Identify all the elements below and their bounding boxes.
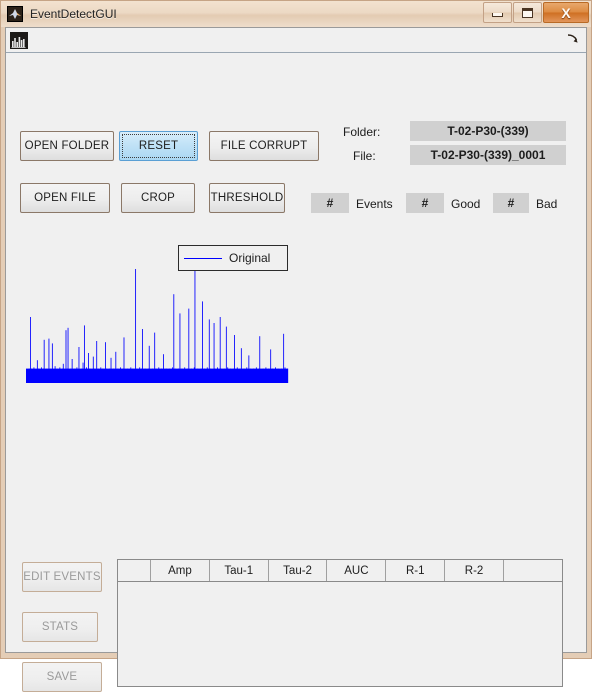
arrow-down-right-icon[interactable] [566, 32, 580, 46]
close-icon: X [561, 4, 571, 21]
file-label: File: [353, 149, 376, 163]
table-header-row: Amp Tau-1 Tau-2 AUC R-1 R-2 [118, 560, 562, 582]
maximize-icon [522, 7, 533, 18]
folder-value: T-02-P30-(339) [410, 121, 566, 141]
legend-line-original [184, 257, 222, 259]
good-count-label: Good [451, 197, 481, 211]
stats-button[interactable]: STATS [22, 612, 98, 642]
window-controls: X [482, 2, 589, 23]
table-header-r2: R-2 [444, 560, 504, 582]
table-header-auc: AUC [326, 560, 387, 582]
save-button[interactable]: SAVE [22, 662, 102, 692]
toolbar [6, 28, 586, 53]
open-folder-button[interactable]: OPEN FOLDER [20, 131, 114, 161]
file-corrupt-button[interactable]: FILE CORRUPT [209, 131, 319, 161]
minimize-button[interactable] [483, 2, 512, 23]
table-header-r1: R-1 [385, 560, 446, 582]
results-table[interactable]: Amp Tau-1 Tau-2 AUC R-1 R-2 [117, 559, 563, 687]
histogram-icon[interactable] [10, 31, 28, 49]
file-value: T-02-P30-(339)_0001 [410, 145, 566, 165]
client-area: OPEN FOLDER RESET FILE CORRUPT OPEN FILE… [5, 27, 587, 692]
plot-legend[interactable]: Original [178, 245, 288, 271]
events-count-label: Events [356, 197, 393, 211]
open-file-button[interactable]: OPEN FILE [20, 183, 110, 213]
reset-button[interactable]: RESET [119, 131, 198, 161]
gui-panel: OPEN FOLDER RESET FILE CORRUPT OPEN FILE… [6, 53, 586, 692]
close-button[interactable]: X [543, 2, 589, 23]
threshold-button[interactable]: THRESHOLD [209, 183, 285, 213]
table-header-tau1: Tau-1 [209, 560, 269, 582]
table-header-rownum [118, 560, 151, 582]
legend-label-original: Original [229, 251, 271, 265]
good-count-value: # [406, 193, 444, 213]
table-header-amp: Amp [150, 560, 210, 582]
table-header-tau2: Tau-2 [268, 560, 328, 582]
maximize-button[interactable] [513, 2, 542, 23]
events-count-value: # [311, 193, 349, 213]
folder-label: Folder: [343, 125, 381, 139]
matlab-icon [7, 6, 23, 22]
table-header-spacer [503, 560, 562, 582]
bad-count-value: # [493, 193, 529, 213]
edit-events-button[interactable]: EDIT EVENTS [22, 562, 102, 592]
title-bar: EventDetectGUI X [1, 1, 591, 27]
minimize-icon [492, 13, 503, 17]
crop-button[interactable]: CROP [121, 183, 195, 213]
bad-count-label: Bad [536, 197, 558, 211]
window-title: EventDetectGUI [30, 7, 117, 21]
application-window: EventDetectGUI X OPEN FOLDER RESET FILE … [0, 0, 592, 692]
